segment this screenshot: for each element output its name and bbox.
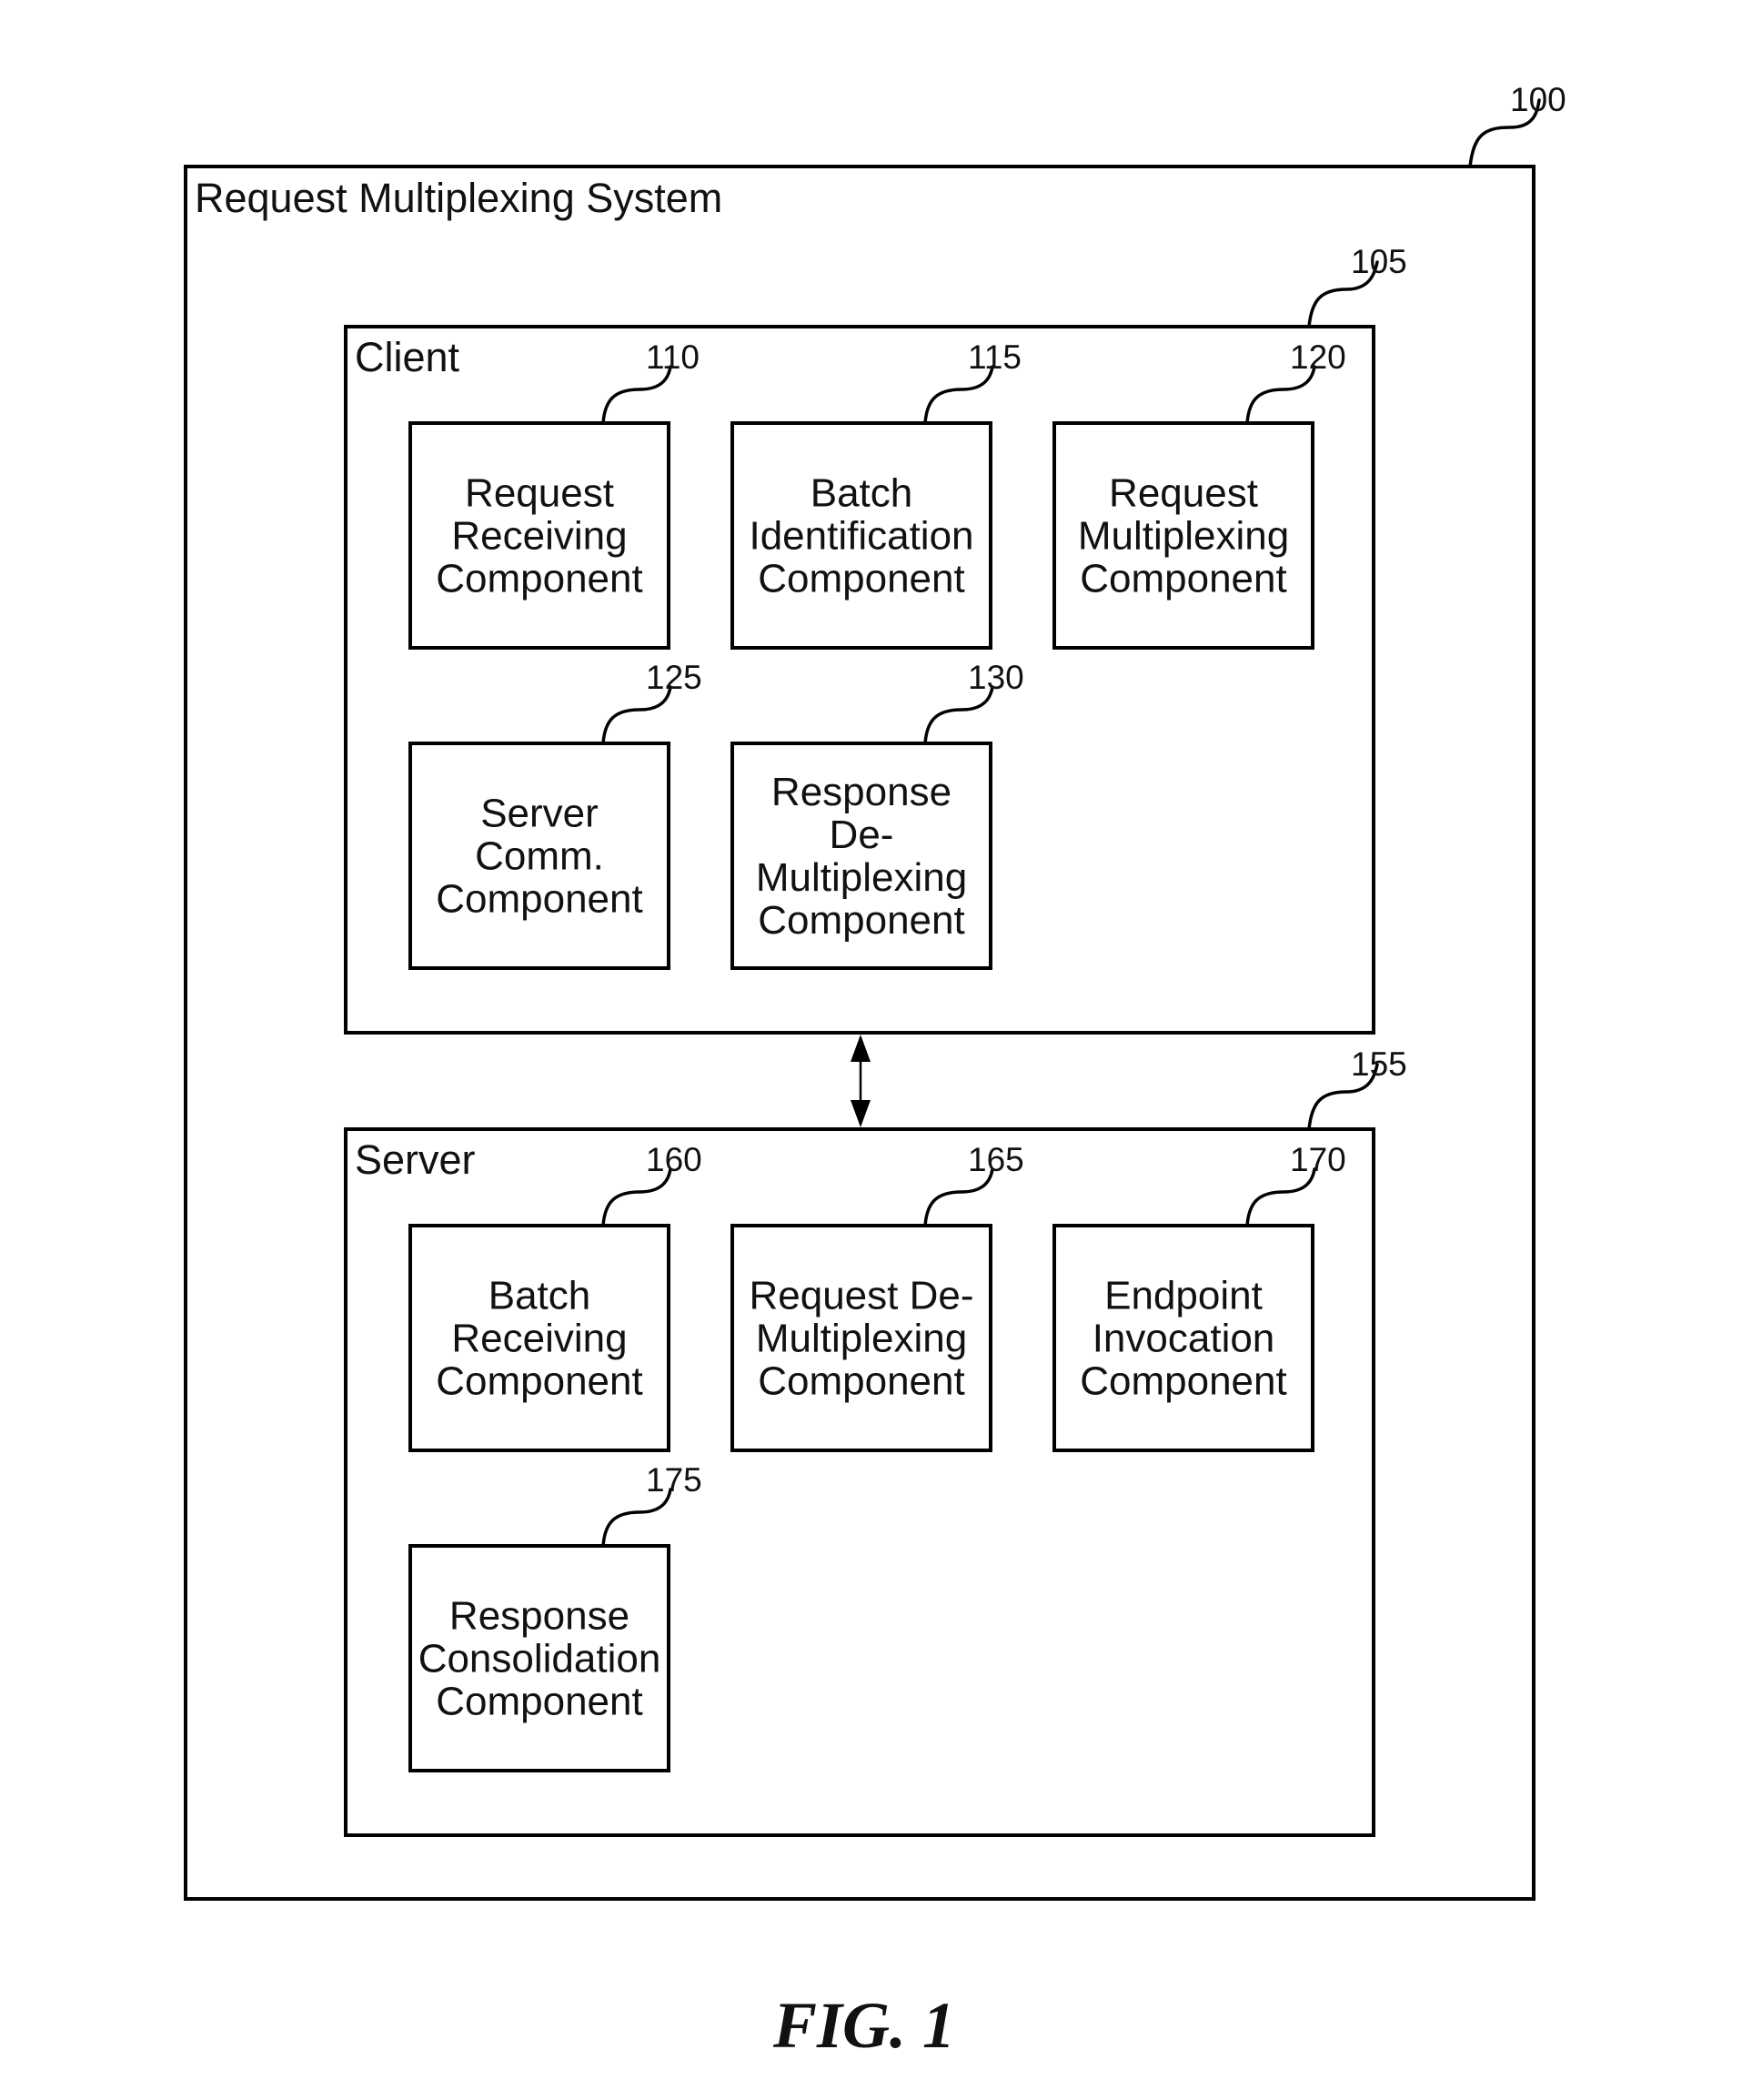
component-label-line: Request [1109, 471, 1258, 516]
component-ref: 110 [646, 338, 700, 376]
component-label-line: Component [758, 557, 964, 601]
component-label-line: Identification [749, 514, 973, 559]
component-label-line: Endpoint [1104, 1274, 1263, 1318]
component-label-line: Component [436, 877, 642, 922]
component-label-line: Component [436, 557, 642, 601]
component-label-line: Invocation [1093, 1317, 1275, 1361]
figure-caption: FIG. 1 [772, 1989, 955, 2062]
component-label-line: Multiplexing [756, 855, 967, 900]
component-label-line: Request De- [749, 1274, 973, 1318]
component-label-line: Component [1080, 557, 1286, 601]
patent-diagram: Request Multiplexing System 100 Client 1… [184, 81, 1566, 2062]
component-label-line: Response [449, 1594, 629, 1639]
server-ref: 155 [1351, 1045, 1407, 1083]
component-label-line: Server [480, 792, 599, 836]
client-ref: 105 [1351, 243, 1407, 280]
component-ref: 160 [646, 1141, 702, 1178]
component-ref: 120 [1290, 338, 1346, 376]
component-ref: 170 [1290, 1141, 1346, 1178]
component-label-line: Consolidation [418, 1637, 661, 1681]
component-label-line: Multiplexing [756, 1317, 967, 1361]
component-label-line: Response [771, 770, 952, 814]
component-label-line: Component [758, 898, 964, 943]
component-label-line: Comm. [475, 834, 604, 879]
client-title: Client [355, 334, 460, 380]
component-label-line: Receiving [451, 1317, 627, 1361]
system-title: Request Multiplexing System [195, 175, 722, 221]
component-label-line: Batch [811, 471, 913, 516]
component-label-line: Receiving [451, 514, 627, 559]
component-label-line: Multiplexing [1078, 514, 1289, 559]
component-ref: 130 [968, 659, 1024, 696]
component-label-line: Component [758, 1359, 964, 1404]
component-ref: 175 [646, 1461, 702, 1499]
component-ref: 125 [646, 659, 702, 696]
system-ref: 100 [1510, 81, 1566, 118]
component-ref: 165 [968, 1141, 1024, 1178]
component-ref: 115 [968, 338, 1022, 376]
component-label-line: Request [465, 471, 614, 516]
component-label-line: Component [436, 1680, 642, 1724]
component-label-line: Component [1080, 1359, 1286, 1404]
component-label-line: De- [830, 813, 894, 857]
component-label-line: Component [436, 1359, 642, 1404]
server-title: Server [355, 1136, 476, 1183]
component-label-line: Batch [488, 1274, 591, 1318]
